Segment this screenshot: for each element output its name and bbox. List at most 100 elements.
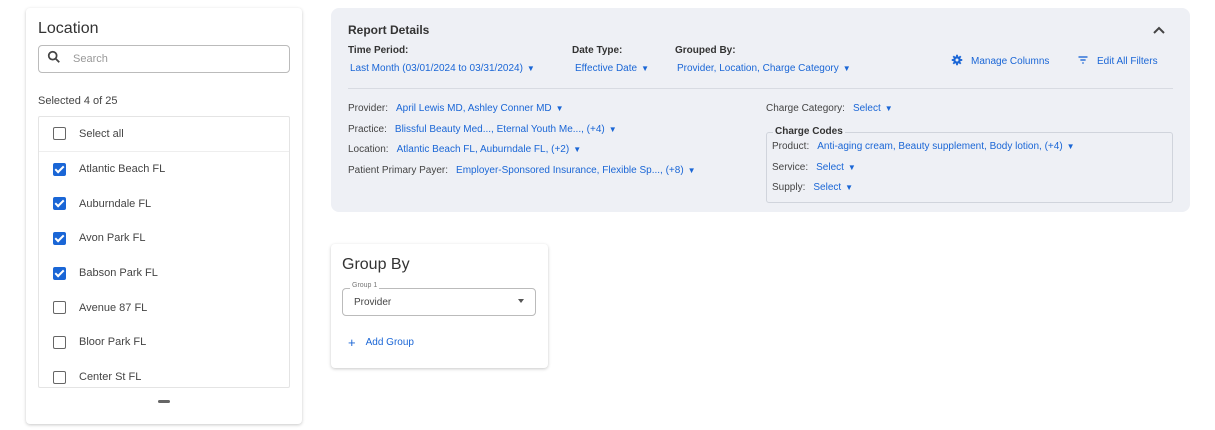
provider-value: April Lewis MD, Ashley Conner MD (396, 103, 552, 114)
report-details-panel: Report Details Time Period: Last Month (… (331, 8, 1190, 212)
charge-category-filter: Charge Category: Select ▼ (766, 103, 893, 114)
time-period-dropdown[interactable]: Last Month (03/01/2024 to 03/31/2024) ▼ (350, 63, 535, 74)
payer-value: Employer-Sponsored Insurance, Flexible S… (456, 165, 684, 176)
group-1-label: Group 1 (350, 282, 380, 289)
payer-dropdown[interactable]: Employer-Sponsored Insurance, Flexible S… (456, 165, 696, 176)
edit-filters-label: Edit All Filters (1097, 56, 1158, 67)
caret-down-icon: ▼ (845, 183, 854, 192)
caret-down-icon: ▼ (555, 104, 564, 113)
location-checkbox[interactable] (53, 370, 66, 384)
add-group-button[interactable]: + Add Group (348, 335, 414, 350)
date-type-label: Date Type: (572, 45, 623, 56)
divider (348, 88, 1173, 89)
select-all-label: Select all (79, 127, 124, 140)
location-item[interactable]: Center St FL (39, 360, 289, 387)
caret-down-icon: ▼ (1066, 142, 1075, 151)
location-panel-title: Location (38, 20, 99, 37)
product-label: Product: (772, 141, 810, 152)
location-item-label: Center St FL (79, 371, 142, 384)
provider-label: Provider: (348, 103, 389, 114)
location-checkbox[interactable] (53, 335, 66, 349)
add-group-label: Add Group (365, 337, 414, 348)
select-all-row[interactable]: Select all (39, 117, 289, 152)
supply-label: Supply: (772, 182, 806, 193)
plus-icon: + (348, 335, 356, 350)
location-item-label: Auburndale FL (79, 197, 152, 210)
grouped-by-label: Grouped By: (675, 45, 736, 56)
group-1-select[interactable]: Provider (342, 288, 536, 316)
dropdown-arrow-icon (518, 299, 524, 303)
supply-dropdown[interactable]: Select ▼ (813, 182, 853, 193)
caret-down-icon: ▼ (842, 64, 851, 73)
payer-filter: Patient Primary Payer: Employer-Sponsore… (348, 165, 696, 176)
caret-down-icon: ▼ (641, 64, 649, 73)
location-filter: Location: Atlantic Beach FL, Auburndale … (348, 144, 581, 155)
caret-down-icon: ▼ (687, 166, 696, 175)
location-item[interactable]: Atlantic Beach FL (39, 152, 289, 187)
provider-filter: Provider: April Lewis MD, Ashley Conner … (348, 103, 564, 114)
search-icon (47, 50, 61, 69)
manage-columns-label: Manage Columns (971, 56, 1050, 67)
practice-value: Blissful Beauty Med..., Eternal Youth Me… (394, 124, 605, 135)
charge-codes-title: Charge Codes (773, 126, 845, 137)
location-checkbox[interactable] (53, 266, 66, 280)
supply-filter: Supply: Select ▼ (772, 182, 853, 193)
location-search-input[interactable] (73, 53, 273, 65)
location-panel: Location Selected 4 of 25 Select all Atl… (26, 8, 302, 424)
location-dropdown[interactable]: Atlantic Beach FL, Auburndale FL, (+2) ▼ (397, 144, 582, 155)
location-checkbox[interactable] (53, 301, 66, 315)
location-checkbox[interactable] (53, 162, 66, 176)
practice-dropdown[interactable]: Blissful Beauty Med..., Eternal Youth Me… (395, 124, 617, 135)
caret-down-icon: ▼ (573, 145, 582, 154)
group-by-title: Group By (342, 256, 410, 273)
group-1-value: Provider (354, 296, 392, 308)
gear-icon (951, 54, 971, 69)
date-type-dropdown[interactable]: Effective Date ▼ (575, 63, 649, 74)
supply-value: Select (813, 182, 842, 193)
provider-dropdown[interactable]: April Lewis MD, Ashley Conner MD ▼ (396, 103, 564, 114)
location-item[interactable]: Auburndale FL (39, 186, 289, 221)
selected-count: Selected 4 of 25 (38, 95, 118, 107)
charge-category-dropdown[interactable]: Select ▼ (853, 103, 893, 114)
grouped-by-dropdown[interactable]: Provider, Location, Charge Category ▼ (677, 63, 851, 74)
payer-label: Patient Primary Payer: (348, 165, 449, 176)
service-filter: Service: Select ▼ (772, 162, 856, 173)
practice-label: Practice: (348, 124, 387, 135)
service-value: Select (816, 162, 844, 173)
location-list[interactable]: Select all Atlantic Beach FL Auburndale … (38, 116, 290, 388)
charge-category-value: Select (852, 103, 881, 114)
manage-columns-button[interactable]: Manage Columns (951, 54, 1049, 69)
location-item[interactable]: Bloor Park FL (39, 325, 289, 360)
location-item-label: Babson Park FL (79, 267, 158, 280)
product-value: Anti-aging cream, Beauty supplement, Bod… (817, 141, 1063, 152)
select-all-checkbox[interactable] (53, 127, 66, 141)
location-item[interactable]: Babson Park FL (39, 256, 289, 291)
time-period-value: Last Month (03/01/2024 to 03/31/2024) (350, 63, 523, 74)
date-type-value: Effective Date (575, 63, 638, 74)
filter-icon (1077, 54, 1097, 69)
location-checkbox[interactable] (53, 231, 66, 245)
location-checkbox[interactable] (53, 197, 66, 211)
collapse-chevron-icon[interactable] (1153, 23, 1165, 37)
location-item-label: Avenue 87 FL (79, 301, 148, 314)
location-item-label: Avon Park FL (79, 232, 146, 245)
product-dropdown[interactable]: Anti-aging cream, Beauty supplement, Bod… (817, 141, 1074, 152)
caret-down-icon: ▼ (608, 125, 617, 134)
panel-resize-handle[interactable] (158, 400, 170, 403)
location-item[interactable]: Avenue 87 FL (39, 290, 289, 325)
grouped-by-value: Provider, Location, Charge Category (677, 63, 839, 74)
report-details-title: Report Details (348, 23, 430, 37)
location-item-label: Atlantic Beach FL (79, 163, 166, 176)
time-period-label: Time Period: (348, 45, 409, 56)
charge-category-label: Charge Category: (766, 103, 845, 114)
service-dropdown[interactable]: Select ▼ (816, 162, 856, 173)
edit-all-filters-button[interactable]: Edit All Filters (1077, 54, 1158, 69)
location-item[interactable]: Avon Park FL (39, 221, 289, 256)
practice-filter: Practice: Blissful Beauty Med..., Eterna… (348, 124, 617, 135)
location-label: Location: (348, 144, 389, 155)
location-search-box[interactable] (38, 45, 290, 73)
group-by-panel: Group By Provider Group 1 + Add Group (331, 244, 548, 368)
caret-down-icon: ▼ (884, 104, 893, 113)
location-value: Atlantic Beach FL, Auburndale FL, (+2) (396, 144, 570, 155)
location-item-label: Bloor Park FL (79, 336, 147, 349)
